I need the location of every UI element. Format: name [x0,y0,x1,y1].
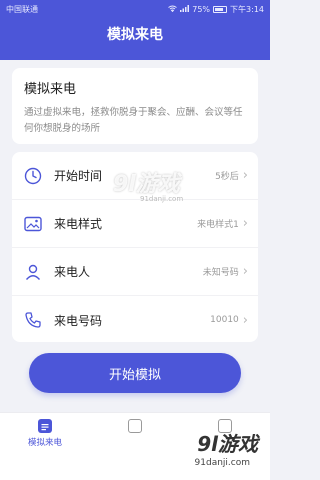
watermark-center-logo: 9l游戏 [113,172,180,197]
mock-call-tab-icon [38,419,52,433]
wifi-icon [168,5,178,14]
clock-icon [22,165,44,187]
app-header: 中国联通 75% 下午3:14 模拟来电 [0,0,270,60]
chevron-right-icon: › [242,216,248,231]
setting-value: 10010 [210,315,239,325]
tab-label: 模拟来电 [27,438,62,448]
setting-label: 来电人 [54,265,91,279]
signal-icon [180,4,190,14]
page-title: 模拟来电 [107,27,163,43]
carrier-label: 中国联通 [6,4,38,14]
intro-card: 模拟来电 通过虚拟来电，拯救你脱身于聚会、应酬、会议等任何你想脱身的场所 [12,68,258,144]
watermark-logo: 9l游戏 [197,432,258,456]
person-icon [22,261,44,283]
setting-label: 来电样式 [54,217,103,231]
setting-row-caller-number[interactable]: 来电号码 10010 › [12,296,258,342]
status-indicators: 75% 下午3:14 [168,4,264,15]
setting-value: 未知号码 [202,268,239,278]
setting-value: 5秒后 [215,172,239,182]
watermark-site: 91danji.com [194,458,250,468]
setting-row-call-style[interactable]: 来电样式 来电样式1 › [12,200,258,248]
watermark-center-site: 91danji.com [140,195,184,203]
time-label: 下午3:14 [230,4,264,14]
tab-mock-call[interactable]: 模拟来电 [0,413,90,452]
chevron-right-icon: › [242,264,248,279]
status-bar: 中国联通 75% 下午3:14 [0,0,270,18]
setting-row-caller[interactable]: 来电人 未知号码 › [12,248,258,296]
setting-value: 来电样式1 [197,220,239,230]
battery-icon [213,5,228,13]
intro-title: 模拟来电 [24,82,77,97]
document-tab-icon [128,419,142,433]
phone-icon [22,309,44,331]
tab-second[interactable] [90,413,180,452]
intro-description: 通过虚拟来电，拯救你脱身于聚会、应酬、会议等任何你想脱身的场所 [24,107,243,134]
setting-label: 来电号码 [54,313,103,328]
image-icon [22,213,44,235]
chevron-right-icon: › [242,312,248,328]
battery-percent: 75% [192,4,211,14]
chevron-right-icon: › [242,168,248,183]
start-simulation-button[interactable]: 开始模拟 [29,353,241,393]
